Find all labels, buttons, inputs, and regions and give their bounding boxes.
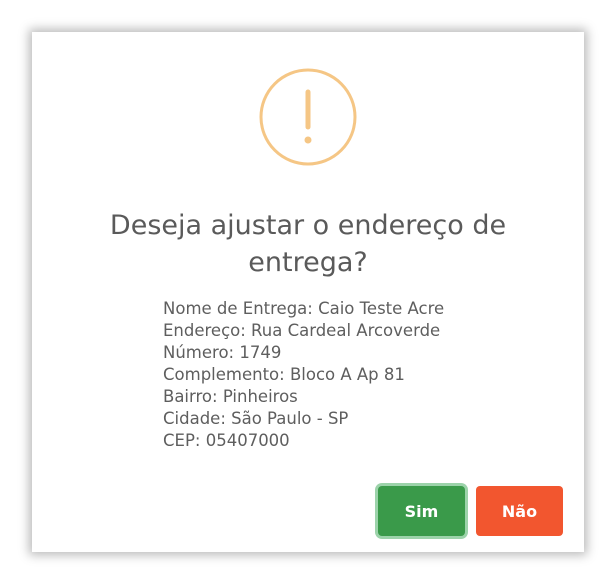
detail-zip: CEP: 05407000 (163, 431, 290, 450)
dialog-title: Deseja ajustar o endereço de entrega? (109, 210, 507, 278)
confirmation-dialog: Deseja ajustar o endereço de entrega? No… (32, 32, 584, 552)
confirm-button[interactable]: Sim (378, 486, 465, 536)
detail-address: Endereço: Rua Cardeal Arcoverde (163, 321, 441, 340)
detail-number: Número: 1749 (163, 343, 282, 362)
detail-city: Cidade: São Paulo - SP (163, 409, 349, 428)
exclamation-circle-icon (259, 68, 357, 166)
cancel-button[interactable]: Não (476, 486, 563, 536)
detail-delivery-name: Nome de Entrega: Caio Teste Acre (163, 299, 445, 318)
detail-complement: Complemento: Bloco A Ap 81 (163, 365, 405, 384)
address-details: Nome de Entrega: Caio Teste Acre Endereç… (163, 298, 543, 452)
detail-neighborhood: Bairro: Pinheiros (163, 387, 298, 406)
screen: Deseja ajustar o endereço de entrega? No… (0, 0, 616, 584)
